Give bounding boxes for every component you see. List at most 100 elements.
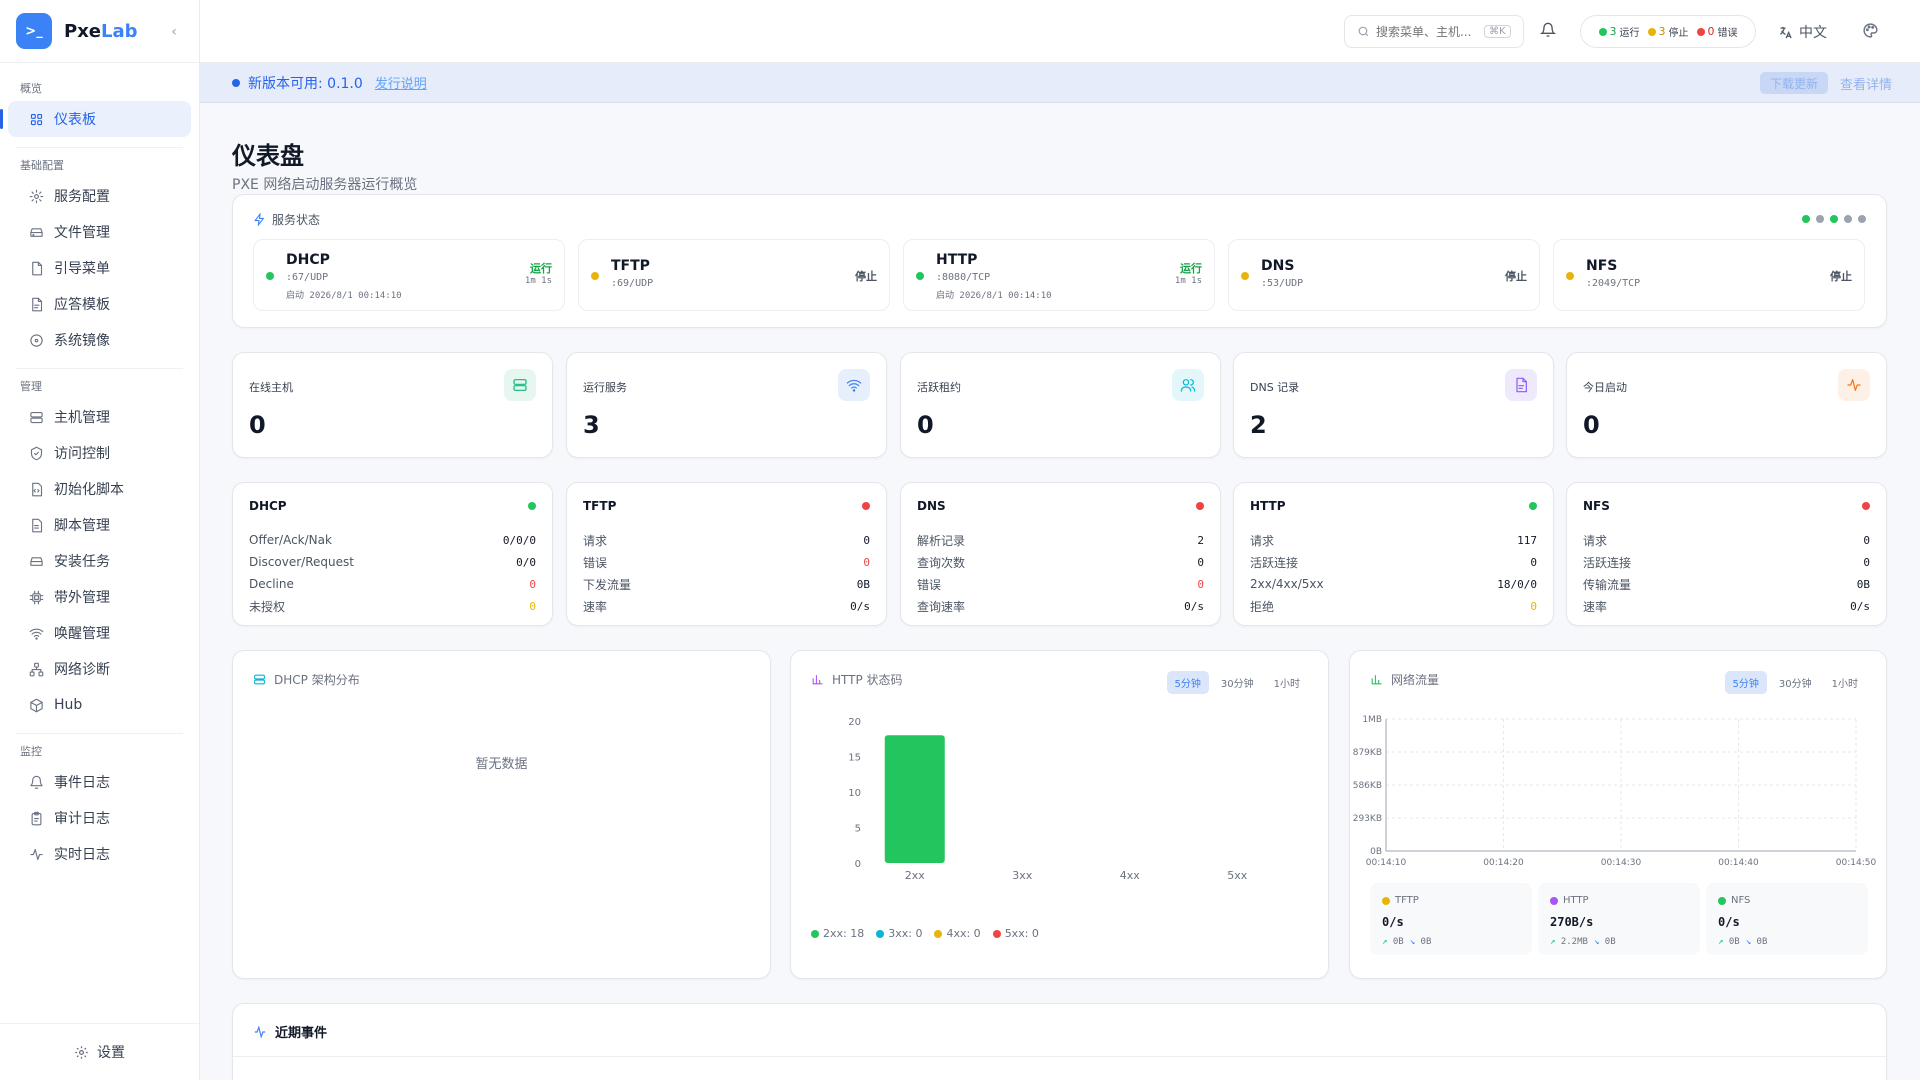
sidebar-item[interactable]: 主机管理 [8,399,191,435]
tab-1hour[interactable]: 1小时 [1824,671,1866,694]
tab-1hour[interactable]: 1小时 [1266,671,1308,694]
activity-icon [1838,369,1870,401]
stopped-dot [1647,27,1656,36]
service-port: :53/UDP [1261,278,1304,289]
stat-value: 0 [917,411,934,439]
metric-key: Decline [249,577,294,591]
running-count: 3 [1609,25,1617,38]
settings-button[interactable]: 设置 [0,1023,199,1080]
metric-value: 0 [1863,533,1870,547]
sidebar-item[interactable]: 系统镜像 [8,322,191,358]
release-notes-link[interactable]: 发行说明 [375,73,427,92]
metric-value: 0/0/0 [502,533,536,547]
file-code-icon [28,481,44,497]
service-item[interactable]: TFTP :69/UDP 停止 [578,239,890,311]
x-tick-label: 2xx [905,869,926,882]
sidebar-item[interactable]: Hub [8,687,191,723]
bar [884,735,945,863]
traffic-label: HTTP [1563,895,1589,906]
arrow-down-icon: ↘ [1745,937,1752,947]
metric-card: DNS 解析记录 2 查询次数 0 错误 0 查询速率 0/s [900,482,1221,626]
service-item[interactable]: NFS :2049/TCP 停止 [1553,239,1865,311]
download-update-button[interactable]: 下载更新 [1760,72,1829,94]
metric-key: 错误 [583,555,608,570]
metric-row: 速率 0/s [583,595,870,617]
chevron-left-icon[interactable]: ‹ [164,22,184,42]
service-status-summary[interactable]: 3 运行 3 停止 0 错误 [1580,15,1756,48]
nav-section-title: 监控 [20,745,42,758]
metric-value: 0 [863,533,870,547]
traffic-box: HTTP 270B/s ↗ 2.2MB ↘ 0B [1538,883,1700,955]
sidebar-item-label: 带外管理 [54,590,110,606]
sidebar-item[interactable]: 引导菜单 [8,250,191,286]
bell-icon[interactable] [1540,22,1556,38]
sidebar-item[interactable]: 实时日志 [8,836,191,872]
clipboard-icon [28,810,44,826]
service-name: DNS [1261,258,1295,274]
legend-item[interactable]: 3xx: 0 [876,927,922,940]
running-dot [1598,27,1607,36]
traffic-io: ↗ 0B ↘ 0B [1382,937,1431,947]
error-label: 错误 [1717,28,1738,39]
traffic-label: NFS [1731,895,1751,906]
gear-icon [28,188,44,204]
sidebar-item[interactable]: 安装任务 [8,543,191,579]
tab-30min[interactable]: 30分钟 [1213,671,1262,694]
sidebar-item[interactable]: 服务配置 [8,178,191,214]
legend-item[interactable]: 5xx: 0 [992,927,1039,940]
sidebar-item[interactable]: 带外管理 [8,579,191,615]
nav-section: 基础配置 服务配置 文件管理 引导菜单 应答模板 系统镜像 [0,158,199,358]
traffic-down: 0B [1756,937,1768,947]
language-label: 中文 [1799,25,1827,41]
legend-item[interactable]: 2xx: 18 [811,927,864,940]
y-tick-label: 1MB [1362,715,1382,725]
error-dot [1696,27,1705,36]
sidebar-item[interactable]: 唤醒管理 [8,615,191,651]
metric-row: 错误 0 [583,551,870,573]
metric-row: 活跃连接 0 [1583,551,1870,573]
legend-item[interactable]: 4xx: 0 [934,927,981,940]
service-item[interactable]: DHCP :67/UDP 启动 2026/8/1 00:14:10 运行 1m … [253,239,565,311]
metric-row: 速率 0/s [1583,595,1870,617]
metric-row: Decline 0 [249,573,536,595]
service-status-header: 服务状态 [253,211,320,228]
legend-dot [876,929,885,938]
service-state: 停止 [855,270,877,283]
sidebar-item[interactable]: 网络诊断 [8,651,191,687]
nav-section-title: 管理 [20,380,42,393]
sidebar-item[interactable]: 初始化脚本 [8,471,191,507]
tab-5min[interactable]: 5分钟 [1166,671,1209,694]
metric-row: 解析记录 2 [917,529,1204,551]
language-switch[interactable]: 中文 [1778,22,1827,42]
sidebar-item-label: 文件管理 [54,225,110,241]
legend-dot [811,929,819,938]
sidebar-item-label: 应答模板 [54,297,110,313]
metric-key: 错误 [917,577,942,592]
app-name-accent: Lab [101,20,138,42]
sidebar-item[interactable]: 审计日志 [8,800,191,836]
sidebar-item[interactable]: 脚本管理 [8,507,191,543]
view-details-link[interactable]: 查看详情 [1840,74,1892,93]
sidebar-item[interactable]: 应答模板 [8,286,191,322]
metric-row: 传输流量 0B [1583,573,1870,595]
service-item[interactable]: DNS :53/UDP 停止 [1228,239,1540,311]
tab-5min[interactable]: 5分钟 [1724,671,1767,694]
dhcp-arch-header: DHCP 架构分布 [253,671,360,688]
search-box[interactable]: ⌘K [1344,15,1524,48]
palette-icon[interactable] [1862,22,1879,39]
sidebar-item[interactable]: 访问控制 [8,435,191,471]
nav-section-title: 基础配置 [20,159,64,172]
service-item[interactable]: HTTP :8080/TCP 启动 2026/8/1 00:14:10 运行 1… [903,239,1215,311]
service-status-card: 服务状态 DHCP :67/UDP 启动 2026/8/1 00:14:10 运… [232,194,1887,328]
search-icon [1357,25,1370,38]
search-input[interactable] [1376,24,1480,39]
sidebar-item-label: 脚本管理 [54,518,110,534]
sidebar-item[interactable]: 文件管理 [8,214,191,250]
tab-30min[interactable]: 30分钟 [1771,671,1820,694]
sidebar-item[interactable]: 事件日志 [8,764,191,800]
sidebar-item[interactable]: 仪表板 [0,101,191,137]
service-state: 停止 [1505,270,1527,283]
metric-rows: Offer/Ack/Nak 0/0/0 Discover/Request 0/0… [249,529,536,617]
metric-value: 117 [1517,533,1537,547]
service-dot [1858,215,1866,223]
